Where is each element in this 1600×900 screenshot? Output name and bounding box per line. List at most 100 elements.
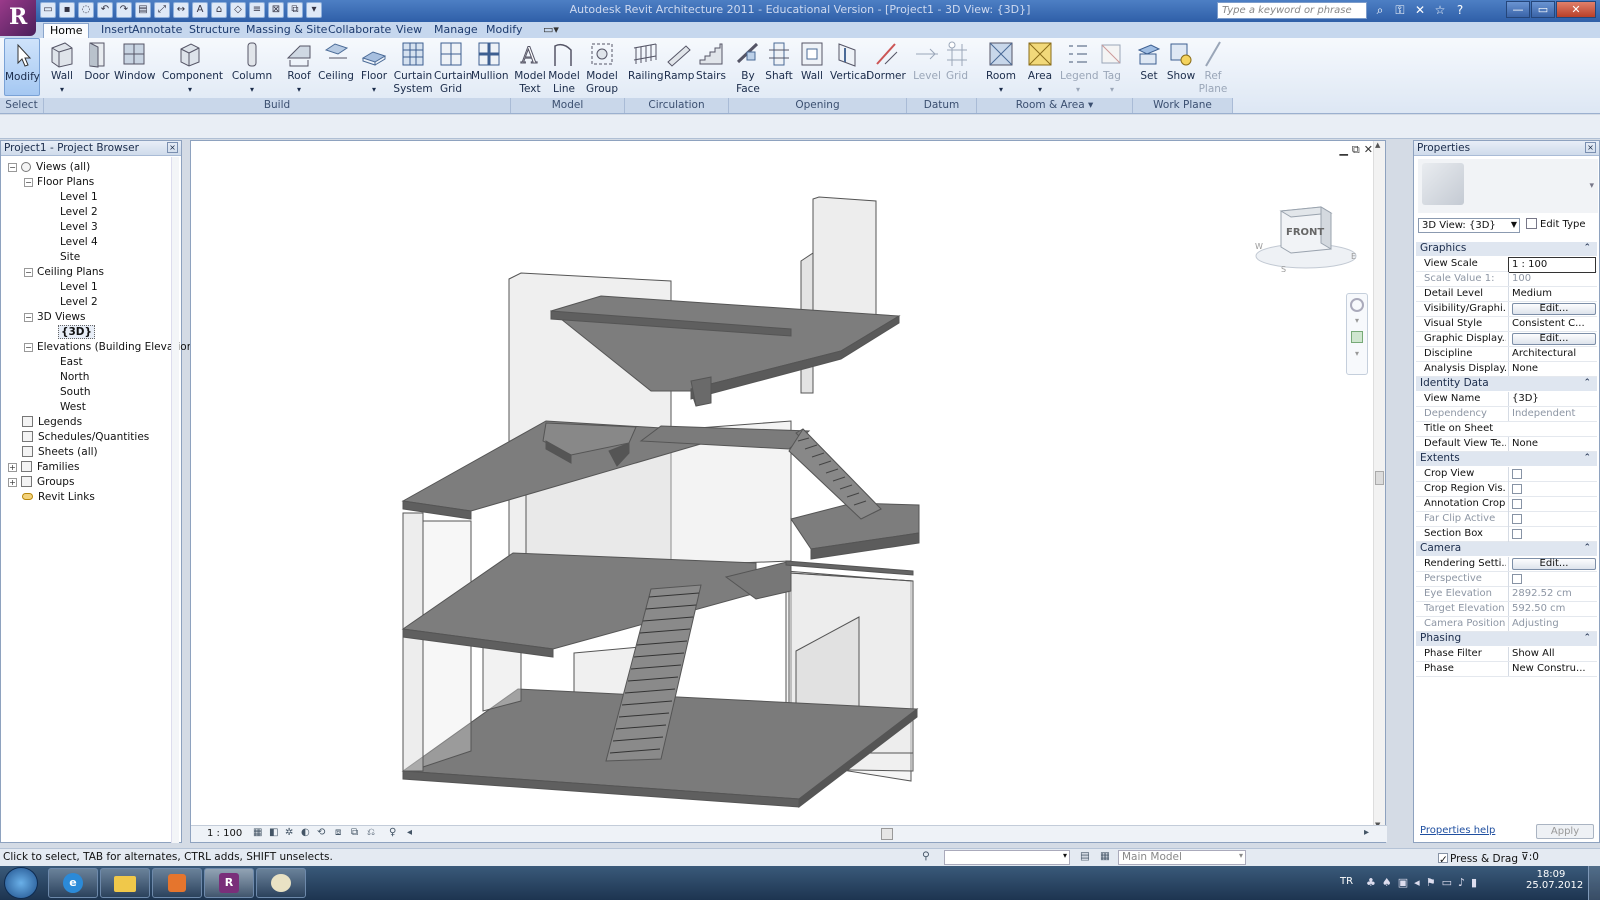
by-face-button[interactable]: By Face (733, 38, 763, 96)
rendering-icon[interactable]: ⟲ (317, 827, 325, 838)
tray-speaker-icon[interactable]: ♪ (1458, 876, 1465, 889)
panel-room-area[interactable]: Room & Area ▾ (977, 98, 1133, 113)
shadows-icon[interactable]: ◐ (301, 827, 310, 838)
property-category[interactable]: Graphics ⌃ (1416, 242, 1597, 256)
tab-massing-site[interactable]: Massing & Site (240, 23, 333, 38)
tree-item-legends[interactable]: Legends (22, 415, 82, 430)
taskbar-paint[interactable] (256, 868, 306, 898)
property-value[interactable]: None (1508, 362, 1596, 376)
tree-item-schedules[interactable]: Schedules/Quantities (22, 430, 149, 445)
design-option-select[interactable]: Main Model ▾ (1118, 850, 1246, 865)
wall-button[interactable]: Wall ▾ (44, 38, 80, 96)
checkbox[interactable] (1512, 514, 1522, 524)
checkbox[interactable] (1512, 469, 1522, 479)
editable-only-icon[interactable]: ▤ (1080, 850, 1090, 862)
door-button[interactable]: Door (82, 38, 112, 83)
property-value[interactable]: Edit... (1508, 557, 1596, 571)
taskbar-revit[interactable]: R (204, 868, 254, 898)
scroll-left-icon[interactable]: ◂ (407, 827, 412, 838)
property-value[interactable]: Medium (1508, 287, 1596, 301)
taskbar-explorer[interactable] (100, 868, 150, 898)
crop-icon[interactable]: ⧈ (335, 827, 341, 838)
model-line-button[interactable]: Model Line (548, 38, 580, 96)
binoculars-icon[interactable]: ⌕ (1372, 2, 1388, 18)
shaft-button[interactable]: Shaft (764, 38, 794, 83)
edit-button[interactable]: Edit... (1512, 303, 1596, 315)
tree-item-ceiling-level-2[interactable]: Level 2 (60, 295, 98, 310)
tab-home[interactable]: Home (43, 23, 90, 38)
design-options-icon[interactable]: ▦ (1100, 850, 1110, 862)
tree-item-site[interactable]: Site (60, 250, 80, 265)
floor-button[interactable]: Floor ▾ (360, 38, 388, 96)
tray-battery-icon[interactable]: ▮ (1471, 876, 1477, 889)
worksharing-icon[interactable]: ⚲ (922, 850, 930, 862)
vertical-scrollbar[interactable]: ▲ ▼ (1373, 141, 1385, 829)
communication-icon[interactable]: ✕ (1412, 2, 1428, 18)
property-category[interactable]: Phasing ⌃ (1416, 632, 1597, 646)
collapse-icon[interactable]: ⌃ (1583, 377, 1591, 390)
filter-status[interactable]: ⊽:0 (1521, 851, 1539, 863)
tab-modify[interactable]: Modify (480, 23, 528, 38)
checkbox[interactable] (1512, 529, 1522, 539)
checkbox[interactable] (1512, 574, 1522, 584)
property-value[interactable]: Edit... (1508, 332, 1596, 346)
maximize-button[interactable]: ▭ (1531, 1, 1555, 18)
edit-type-button[interactable]: Edit Type (1526, 218, 1586, 230)
ref-plane-button[interactable]: Ref Plane (1198, 38, 1228, 96)
dormer-button[interactable]: Dormer (866, 38, 906, 83)
tag-button[interactable]: Tag ▾ (1098, 38, 1126, 96)
close-panel-icon[interactable]: × (167, 142, 178, 153)
zoom-dropdown-icon[interactable]: ▾ (1347, 349, 1367, 358)
taskbar-media-player[interactable] (152, 868, 202, 898)
set-button[interactable]: Set (1136, 38, 1162, 83)
window-button[interactable]: Window (114, 38, 155, 83)
model-group-button[interactable]: Model Group (584, 38, 620, 96)
close-button[interactable]: ✕ (1556, 1, 1596, 18)
steering-wheel-icon[interactable] (1350, 298, 1364, 312)
favorites-icon[interactable]: ☆ (1432, 2, 1448, 18)
collapse-icon[interactable]: ⌃ (1583, 242, 1591, 255)
tab-collaborate[interactable]: Collaborate (322, 23, 397, 38)
application-menu-button[interactable]: R (0, 0, 36, 36)
view-scale[interactable]: 1 : 100 (207, 828, 242, 839)
vertical-button[interactable]: Vertical (830, 38, 869, 83)
tray-icon-2[interactable]: ♠ (1382, 876, 1392, 889)
property-category[interactable]: Extents ⌃ (1416, 452, 1597, 466)
subscription-icon[interactable]: ⚿ (1392, 2, 1408, 18)
building-3d-model[interactable] (191, 141, 1371, 821)
expand-icon[interactable]: + (8, 463, 17, 472)
property-value[interactable]: Architectural (1508, 347, 1596, 361)
tree-item-floor-plan-level-4[interactable]: Level 4 (60, 235, 98, 250)
roof-button[interactable]: Roof ▾ (284, 38, 314, 96)
tree-item-floor-plan-level-2[interactable]: Level 2 (60, 205, 98, 220)
property-category[interactable]: Camera ⌃ (1416, 542, 1597, 556)
tray-volume-icon[interactable]: ◂ (1414, 876, 1420, 889)
collapse-icon[interactable]: − (24, 268, 33, 277)
edit-button[interactable]: Edit... (1512, 558, 1596, 570)
show-button[interactable]: Show (1166, 38, 1196, 83)
level-button[interactable]: Level (912, 38, 942, 83)
edit-button[interactable]: Edit... (1512, 333, 1596, 345)
area-button[interactable]: Area ▾ (1023, 38, 1057, 96)
tree-item-sheets[interactable]: Sheets (all) (22, 445, 98, 460)
property-value[interactable]: New Constru... (1508, 662, 1596, 676)
checkbox[interactable] (1512, 499, 1522, 509)
minimize-button[interactable]: — (1506, 1, 1530, 18)
mullion-button[interactable]: Mullion (471, 38, 509, 83)
tree-item-views[interactable]: − Views (all) (8, 160, 90, 175)
show-desktop-button[interactable] (1588, 866, 1600, 900)
properties-help-link[interactable]: Properties help (1420, 825, 1495, 836)
tree-item-ceiling-level-1[interactable]: Level 1 (60, 280, 98, 295)
zoom-icon[interactable] (1351, 331, 1363, 343)
column-button[interactable]: Column ▾ (228, 38, 276, 96)
panel-select[interactable]: Select (0, 98, 44, 113)
clock[interactable]: 18:09 25.07.2012 (1526, 869, 1583, 891)
type-dropdown-icon[interactable]: ▾ (1589, 181, 1594, 191)
tree-item-floor-plan-level-1[interactable]: Level 1 (60, 190, 98, 205)
tab-manage[interactable]: Manage (428, 23, 484, 38)
curtain-grid-button[interactable]: Curtain Grid (434, 38, 472, 96)
tray-icon-1[interactable]: ♣ (1366, 876, 1376, 889)
expand-icon[interactable]: + (8, 478, 17, 487)
ramp-button[interactable]: Ramp (664, 38, 694, 83)
tree-item-3d-views[interactable]: −3D Views (24, 310, 86, 325)
